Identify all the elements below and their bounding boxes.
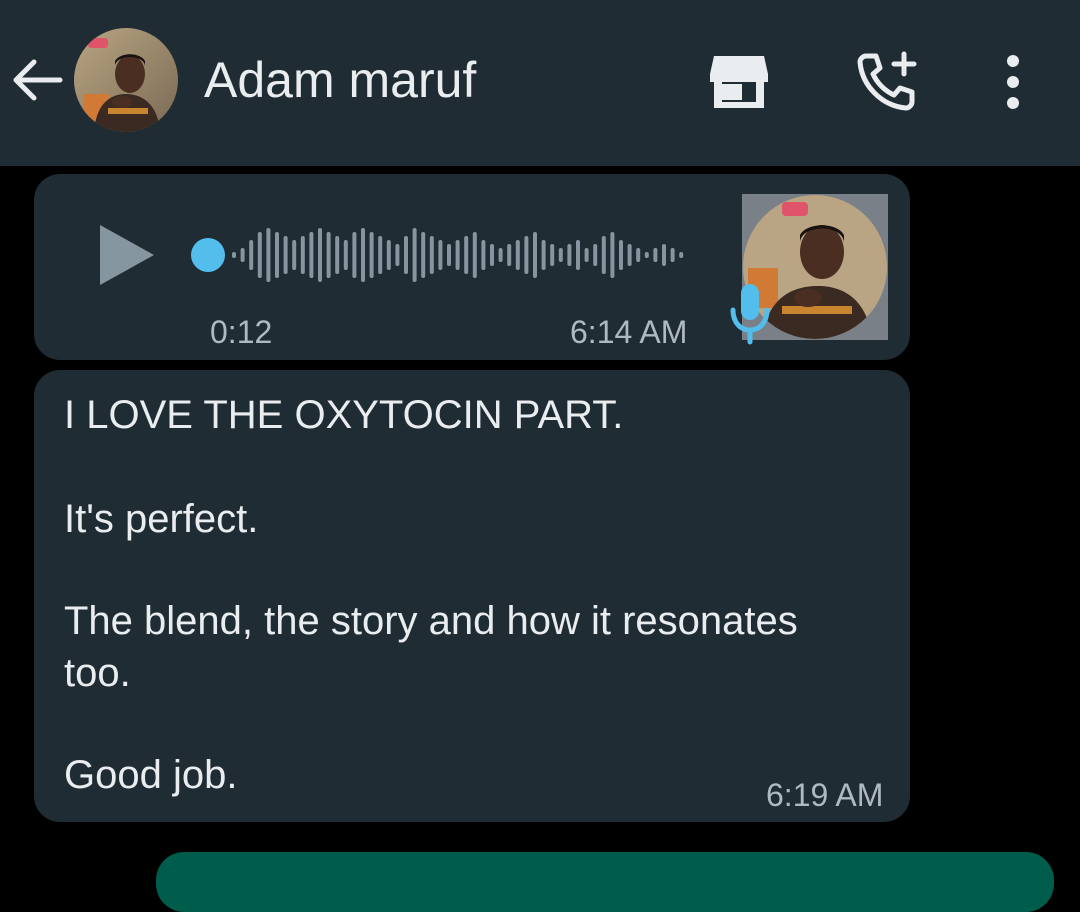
waveform-bar bbox=[395, 244, 400, 266]
waveform-bar bbox=[404, 236, 408, 274]
waveform-bar bbox=[558, 248, 563, 262]
message-line: I LOVE THE OXYTOCIN PART. bbox=[64, 393, 624, 437]
audio-waveform[interactable] bbox=[190, 218, 686, 292]
waveform-bar bbox=[412, 228, 417, 282]
waveform-bar bbox=[644, 252, 649, 258]
message-line: It's perfect. bbox=[64, 497, 259, 541]
waveform-bar bbox=[610, 232, 615, 278]
mic-icon bbox=[730, 282, 770, 346]
waveform-bar bbox=[550, 244, 555, 266]
waveform-bar bbox=[361, 228, 365, 282]
more-vert-icon[interactable] bbox=[998, 54, 1028, 110]
waveform-bar bbox=[343, 240, 348, 270]
waveform-bar bbox=[257, 232, 262, 278]
waveform-bar bbox=[309, 232, 314, 278]
waveform-bar bbox=[533, 232, 537, 278]
play-icon[interactable] bbox=[96, 221, 158, 289]
chat-header: Adam maruf bbox=[0, 0, 1080, 166]
waveform-bar bbox=[455, 240, 460, 270]
waveform-bar bbox=[490, 244, 494, 266]
waveform-bar bbox=[429, 236, 434, 274]
waveform-bar bbox=[524, 236, 529, 274]
waveform-bar bbox=[662, 244, 666, 266]
waveform-bar bbox=[378, 236, 383, 274]
message-timestamp: 6:19 AM bbox=[766, 777, 884, 813]
back-arrow-icon[interactable] bbox=[8, 52, 64, 108]
waveform-bar bbox=[232, 252, 236, 258]
waveform-bar bbox=[515, 240, 520, 270]
waveform-bar bbox=[318, 228, 322, 282]
waveform-bar bbox=[498, 248, 503, 262]
waveform-bar bbox=[421, 232, 426, 278]
waveform-bar bbox=[541, 240, 546, 270]
waveform-bar bbox=[369, 232, 374, 278]
waveform-bar bbox=[300, 236, 305, 274]
waveform-bar bbox=[275, 232, 279, 278]
waveform-bar bbox=[627, 244, 632, 266]
waveform-bar bbox=[593, 244, 598, 266]
waveform-bar bbox=[386, 240, 391, 270]
waveform-bar bbox=[507, 244, 512, 266]
add-call-icon[interactable] bbox=[856, 50, 918, 112]
voice-timestamp: 6:14 AM bbox=[570, 314, 688, 350]
waveform-bar bbox=[653, 248, 658, 262]
message-line: too. bbox=[64, 651, 131, 695]
waveform-bar bbox=[266, 228, 271, 282]
contact-name[interactable]: Adam maruf bbox=[204, 50, 476, 110]
waveform-bar bbox=[438, 240, 443, 270]
waveform-bar bbox=[283, 236, 288, 274]
outgoing-message-bubble[interactable] bbox=[156, 852, 1054, 912]
waveform-bar bbox=[567, 244, 572, 266]
waveform-bar bbox=[679, 252, 684, 258]
message-line: Good job. bbox=[64, 753, 238, 797]
voice-duration: 0:12 bbox=[210, 314, 273, 350]
waveform-bar bbox=[447, 244, 451, 266]
waveform-bar bbox=[249, 240, 254, 270]
store-icon[interactable] bbox=[708, 52, 770, 110]
waveform-bar bbox=[292, 240, 297, 270]
avatar[interactable] bbox=[74, 28, 178, 132]
waveform-bar bbox=[472, 232, 477, 278]
waveform-bar bbox=[481, 240, 486, 270]
waveform-bar bbox=[335, 236, 340, 274]
waveform-bar bbox=[601, 236, 606, 274]
waveform-bar bbox=[352, 232, 357, 278]
waveform-bar bbox=[636, 248, 641, 262]
waveform-bar bbox=[584, 248, 589, 262]
message-line: The blend, the story and how it resonate… bbox=[64, 599, 798, 643]
waveform-bar bbox=[576, 240, 580, 270]
waveform-bar bbox=[326, 232, 331, 278]
progress-knob[interactable] bbox=[191, 238, 225, 272]
waveform-bar bbox=[464, 236, 469, 274]
waveform-bar bbox=[670, 248, 675, 262]
waveform-bar bbox=[240, 248, 245, 262]
waveform-bar bbox=[619, 240, 623, 270]
